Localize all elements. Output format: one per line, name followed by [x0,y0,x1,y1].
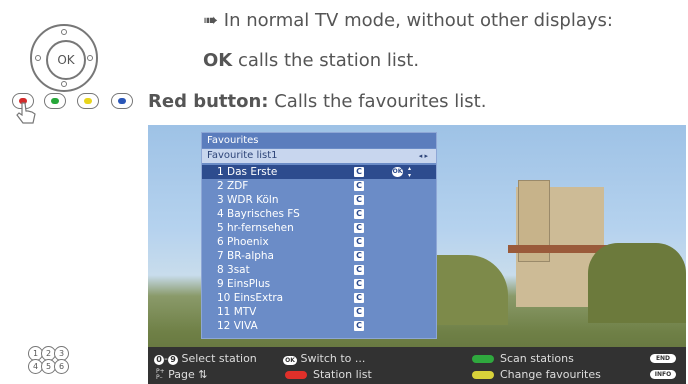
c-badge-icon: C [354,237,364,247]
station-row[interactable]: 11 MTV C [202,305,436,319]
station-name: 12 VIVA [217,320,258,332]
favourite-list-name: Favourite list1 [207,150,278,161]
station-row[interactable]: 7 BR-alpha C [202,249,436,263]
station-row[interactable]: 10 EinsExtra C [202,291,436,305]
foreground-trees [588,243,686,323]
number-keys-hint: 0-9 Select station [154,352,257,365]
ok-instruction-text: calls the station list. [232,50,420,71]
red-button-text: Calls the favourites list. [268,91,487,112]
station-name: 2 ZDF [217,180,249,192]
ok-instruction: OK calls the station list. [203,50,419,71]
station-list-label: Station list [313,368,372,381]
station-name: 11 MTV [217,306,257,318]
end-key-icon: END [650,354,676,363]
favourites-panel: Favourites Favourite list1 ◂ ▸ 1 Das Ers… [201,132,437,339]
c-badge-icon: C [354,279,364,289]
nav-down-dot [61,81,67,87]
station-name: 4 Bayrisches FS [217,208,300,220]
nav-right-dot [87,55,93,61]
c-badge-icon: C [354,167,364,177]
list-switch-arrows-icon: ◂ ▸ [418,152,428,160]
pointing-hand-icon [16,102,36,124]
station-row[interactable]: 4 Bayrisches FS C [202,207,436,221]
c-badge-icon: C [354,293,364,303]
ok-button-icon: OK [46,40,86,80]
change-favourites-label: Change favourites [500,368,601,381]
station-row[interactable]: 1 Das Erste C OK ▴ ▾ [202,165,436,179]
page-keys-icon: P+ P– [156,368,165,381]
station-row[interactable]: 3 WDR Köln C [202,193,436,207]
c-badge-icon: C [354,181,364,191]
red-button-instruction: Red button: Calls the favourites list. [148,91,486,112]
c-badge-icon: C [354,265,364,275]
ok-badge-icon: OK [392,167,403,177]
page-arrows-icon: ⇅ [198,368,208,381]
station-name: 9 EinsPlus [217,278,271,290]
station-name: 6 Phoenix [217,236,269,248]
scan-stations-label: Scan stations [500,352,574,365]
station-row[interactable]: 12 VIVA C [202,319,436,333]
ok-navigation-ring-icon: OK [30,24,98,92]
yellow-pill-icon [472,371,494,379]
info-key-icon: INFO [650,370,676,379]
station-row[interactable]: 5 hr-fernsehen C [202,221,436,235]
c-badge-icon: C [354,223,364,233]
key-0-icon: 0 [154,355,164,365]
c-badge-icon: C [354,307,364,317]
ok-key-label: OK [203,50,233,71]
key-9-icon: 9 [167,355,178,365]
info-bar: 0-9 Select station P+ P– Page ⇅ OK Switc… [148,347,686,384]
station-row[interactable]: 2 ZDF C [202,179,436,193]
station-name: 3 WDR Köln [217,194,279,206]
page-hint: P+ P– Page ⇅ [156,368,208,381]
instruction-bullet: ➠ In normal TV mode, without other displ… [203,10,613,31]
blue-button-icon [111,93,133,109]
station-name: 1 Das Erste [217,166,278,178]
updown-arrows-icon: ▴ ▾ [408,165,412,179]
green-button-icon [44,93,66,109]
station-name: 7 BR-alpha [217,250,274,262]
station-row[interactable]: 9 EinsPlus C [202,277,436,291]
page-label: Page [168,368,195,381]
nav-left-dot [35,55,41,61]
c-badge-icon: C [354,321,364,331]
c-badge-icon: C [354,251,364,261]
ok-key-icon: OK [283,356,297,365]
red-button-label: Red button: [148,91,269,112]
switch-to-hint: OK Switch to ... [283,352,365,365]
favourites-title: Favourites [202,133,436,148]
green-pill-icon [472,355,494,363]
keypad-key-icon: 6 [54,359,69,374]
select-station-label: Select station [181,352,257,365]
station-row[interactable]: 6 Phoenix C [202,235,436,249]
station-row[interactable]: 8 3sat C [202,263,436,277]
station-name: 10 EinsExtra [217,292,284,304]
c-badge-icon: C [354,209,364,219]
nav-up-dot [61,29,67,35]
yellow-button-icon [77,93,99,109]
red-pill-icon [285,371,307,379]
station-name: 5 hr-fernsehen [217,222,294,234]
station-name: 8 3sat [217,264,250,276]
switch-to-label: Switch to ... [300,352,366,365]
tv-screen: Favourites Favourite list1 ◂ ▸ 1 Das Ers… [148,125,686,384]
station-list: 1 Das Erste C OK ▴ ▾ 2 ZDF C 3 WDR Köln C 4 Bayri… [202,165,436,333]
favourite-list-selector[interactable]: Favourite list1 ◂ ▸ [202,149,436,163]
c-badge-icon: C [354,195,364,205]
